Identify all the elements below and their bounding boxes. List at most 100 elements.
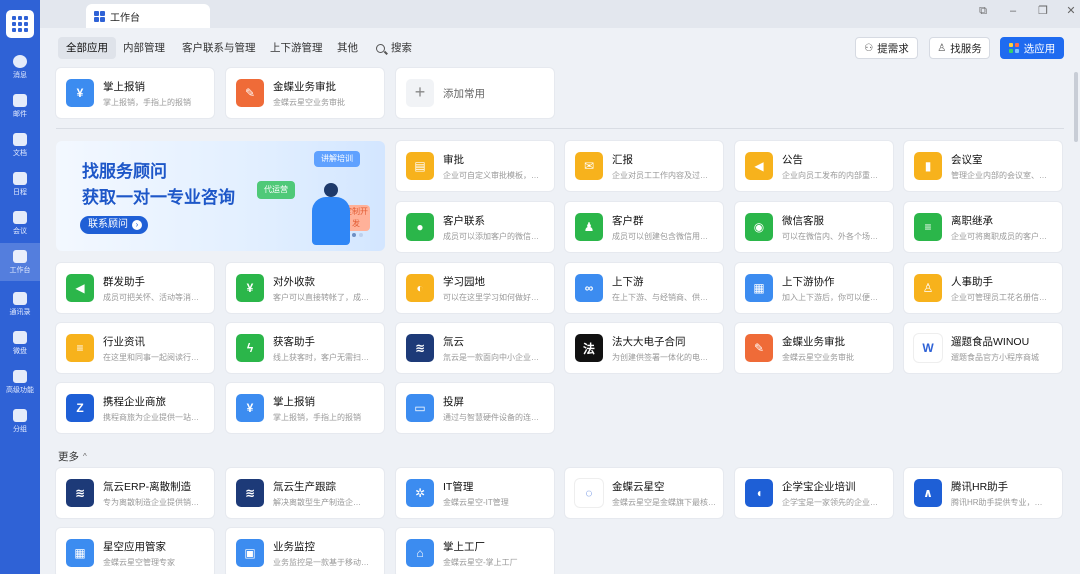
app-title: 星空应用管家 (103, 540, 166, 553)
app-card[interactable]: ϟ 获客助手 线上获客时，客户无需扫… (226, 323, 384, 373)
ctrip-icon: Z (66, 394, 94, 422)
app-card[interactable]: W 遛题食品WINOU 遛题食品官方小程序商城 (904, 323, 1062, 373)
tab-internal-management[interactable]: 内部管理 (115, 37, 173, 59)
app-card[interactable]: ♙ 人事助手 企业可管理员工花名册信… (904, 263, 1062, 313)
app-title: 审批 (443, 153, 464, 166)
app-card[interactable]: 法法大大电子合同 为创建供签署一体化的电… (565, 323, 723, 373)
sidebar-item-drive[interactable]: 微盘 (0, 324, 40, 362)
sidebar-item-meeting[interactable]: 会议 (0, 204, 40, 242)
app-description: 企业可管理员工花名册信… (951, 292, 1047, 302)
service-advisor-banner[interactable]: 找服务顾问 获取一对一专业咨询 联系顾问 › 讲解培训 代运营 定制开发 (56, 141, 385, 251)
app-card[interactable]: ≋ 氚云生产跟踪 解决离散型生产制造企… (226, 468, 384, 518)
app-card[interactable]: ▭ 投屏 通过与智慧硬件设备的连… (396, 383, 554, 433)
sidebar-item-mail[interactable]: 邮件 (0, 87, 40, 125)
app-title: 遛题食品WINOU (951, 335, 1030, 348)
tab-customer-management[interactable]: 客户联系与管理 (174, 37, 264, 59)
tab-all-apps[interactable]: 全部应用 (58, 37, 116, 59)
add-frequent-button[interactable]: + 添加常用 (396, 68, 554, 118)
planet-icon: ◐ (406, 274, 434, 302)
app-title: 金蝶业务审批 (782, 335, 845, 348)
close-icon[interactable]: ✕ (1064, 4, 1078, 18)
sidebar-item-label: 邮件 (13, 110, 27, 118)
request-button[interactable]: ⚇ 提需求 (855, 37, 918, 59)
sidebar-item-contacts[interactable]: 通讯录 (0, 285, 40, 323)
app-card[interactable]: ◖ 企学宝企业培训 企学宝是一家领先的企业… (735, 468, 893, 518)
left-sidebar: 消息 邮件 文档 日程 会议 工作台 通讯录 微盘 高级功能 分组 (0, 0, 40, 574)
app-card[interactable]: ¥ 对外收款 客户可以直接转帐了，成… (226, 263, 384, 313)
advisor-illustration-head (324, 183, 338, 197)
app-card[interactable]: ▦ 上下游协作 加入上下游后，你可以便… (735, 263, 893, 313)
tab-other[interactable]: 其他 (329, 37, 366, 59)
app-description: 金蝶云星空是金蝶旗下最核心… (612, 497, 720, 507)
erp-icon: ≋ (66, 479, 94, 507)
search-button[interactable]: 搜索 (368, 37, 420, 59)
banner-title: 找服务顾问 (82, 162, 167, 181)
app-card[interactable]: ▤ 审批 企业可自定义审批模板，… (396, 141, 554, 191)
app-card[interactable]: ≡ 行业资讯 在这里和同事一起阅读行… (56, 323, 214, 373)
app-description: 企业向员工发布的内部重… (782, 170, 878, 180)
app-card[interactable]: ▣ 业务监控 业务监控是一款基于移动… (226, 528, 384, 574)
app-card[interactable]: ◀ 群发助手 成员可把关怀、活动等消… (56, 263, 214, 313)
tab-supply-chain[interactable]: 上下游管理 (262, 37, 331, 59)
app-card[interactable]: ¥ 掌上报销 掌上报销，手指上的报销 (56, 68, 214, 118)
pin-window-icon[interactable]: ⧉ (976, 4, 990, 18)
sidebar-item-group[interactable]: 分组 (0, 402, 40, 440)
sidebar-item-docs[interactable]: 文档 (0, 126, 40, 164)
app-title: 企学宝企业培训 (782, 480, 856, 493)
app-card[interactable]: Z 携程企业商旅 携程商旅为企业提供一站… (56, 383, 214, 433)
app-card[interactable]: ♟ 客户群 成员可以创建包含微信用… (565, 202, 723, 252)
app-title: 对外收款 (273, 275, 315, 288)
app-description: 通过与智慧硬件设备的连… (443, 412, 539, 422)
app-description: 掌上报销，手指上的报销 (273, 412, 361, 422)
app-card[interactable]: ◐ 学习园地 可以在这里学习如何做好… (396, 263, 554, 313)
app-title: 掌上报销 (103, 80, 145, 93)
app-card[interactable]: ≋ 氚云ERP-离散制造 专为离散制造企业提供销… (56, 468, 214, 518)
banner-subtitle: 获取一对一专业咨询 (82, 188, 235, 207)
app-card[interactable]: ≡ 离职继承 企业可将离职成员的客户… (904, 202, 1062, 252)
app-card[interactable]: ≋ 氚云 氚云是一款面向中小企业… (396, 323, 554, 373)
app-card[interactable]: ● 客户联系 成员可以添加客户的微信… (396, 202, 554, 252)
document-icon (13, 132, 27, 146)
app-card[interactable]: ◌ 金蝶云星空 金蝶云星空是金蝶旗下最核心… (565, 468, 723, 518)
app-card[interactable]: ✲ IT管理 金蝶云星空-IT管理 (396, 468, 554, 518)
message-icon (13, 54, 27, 68)
app-title: 客户联系 (443, 214, 485, 227)
tab-workbench[interactable]: 工作台 (86, 4, 210, 28)
app-card[interactable]: ∞ 上下游 在上下游、与经销商、供… (565, 263, 723, 313)
app-title: 行业资讯 (103, 335, 145, 348)
app-card[interactable]: ✎ 金蝶业务审批 金蝶云星空业务审批 (226, 68, 384, 118)
app-card[interactable]: ▦ 星空应用管家 金蝶云星空管理专家 (56, 528, 214, 574)
tab-label: 工作台 (110, 12, 140, 24)
minimize-icon[interactable]: – (1006, 4, 1020, 18)
more-toggle[interactable]: 更多 ^ (58, 449, 87, 464)
sidebar-item-label: 会议 (13, 227, 27, 235)
app-card[interactable]: ⌂ 掌上工厂 金蝶云星空-掌上工厂 (396, 528, 554, 574)
sidebar-item-calendar[interactable]: 日程 (0, 165, 40, 203)
fadada-icon: 法 (575, 334, 603, 362)
contact-advisor-button[interactable]: 联系顾问 › (80, 216, 148, 234)
app-description: 掌上报销，手指上的报销 (103, 97, 191, 107)
app-card[interactable]: ∧ 腾讯HR助手 腾讯HR助手提供专业，… (904, 468, 1062, 518)
title-bar: 工作台 ⧉ – ❐ ✕ (40, 0, 1080, 28)
carousel-dots[interactable] (352, 233, 363, 237)
app-description: 加入上下游后，你可以便… (782, 292, 878, 302)
select-app-button[interactable]: 选应用 (1000, 37, 1064, 59)
sidebar-item-advanced[interactable]: 高级功能 (0, 363, 40, 401)
maximize-icon[interactable]: ❐ (1036, 4, 1050, 18)
app-card[interactable]: ✎ 金蝶业务审批 金蝶云星空业务审批 (735, 323, 893, 373)
app-card[interactable]: ▮ 会议室 管理企业内部的会议室、… (904, 141, 1062, 191)
find-service-button[interactable]: ♙ 找服务 (929, 37, 990, 59)
app-description: 业务监控是一款基于移动… (273, 557, 369, 567)
app-title: 客户群 (612, 214, 644, 227)
sidebar-item-workbench[interactable]: 工作台 (0, 243, 40, 281)
app-title: 业务监控 (273, 540, 315, 553)
app-card[interactable]: ¥ 掌上报销 掌上报销，手指上的报销 (226, 383, 384, 433)
sidebar-item-message[interactable]: 消息 (0, 48, 40, 86)
app-card[interactable]: ◀ 公告 企业向员工发布的内部重… (735, 141, 893, 191)
scrollbar[interactable] (1074, 72, 1078, 142)
app-title: 汇报 (612, 153, 633, 166)
winou-logo-icon: W (914, 334, 942, 362)
sidebar-item-label: 高级功能 (6, 386, 34, 394)
app-card[interactable]: ◉ 微信客服 可以在微信内、外各个场… (735, 202, 893, 252)
app-card[interactable]: ✉ 汇报 企业对员工工作内容及过… (565, 141, 723, 191)
